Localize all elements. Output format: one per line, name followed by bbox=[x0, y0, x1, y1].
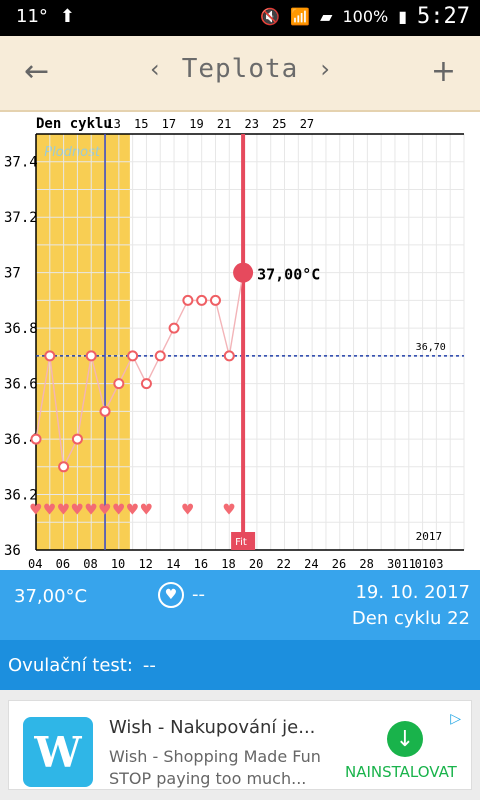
x-tick-14: 0103 bbox=[415, 557, 444, 570]
summary-panel: 37,00°C ♥ -- 19. 10. 2017 Den cyklu 22 bbox=[0, 570, 480, 640]
x-tick-9: 22 bbox=[277, 557, 291, 570]
temperature-point-0 bbox=[30, 433, 42, 445]
x-tick-5: 14 bbox=[166, 557, 180, 570]
x-tick-0: 04 bbox=[28, 557, 42, 570]
temperature-point-12 bbox=[196, 294, 208, 306]
ovulation-label: Ovulační test: bbox=[8, 654, 133, 676]
temperature-point-9 bbox=[154, 350, 166, 362]
temperature-point-6 bbox=[113, 378, 125, 390]
top-tick-0: 13 bbox=[106, 117, 120, 131]
y-tick-2: 37 bbox=[4, 266, 21, 282]
top-tick-7: 27 bbox=[300, 117, 314, 131]
heart-marker-6: ♥ bbox=[112, 500, 125, 518]
temperature-point-14 bbox=[223, 350, 235, 362]
ad-banner[interactable]: W Wish - Nakupování je... Wish - Shoppin… bbox=[0, 690, 480, 800]
heart-marker-10: ♥ bbox=[222, 500, 235, 518]
x-tick-6: 16 bbox=[194, 557, 208, 570]
heart-marker-2: ♥ bbox=[57, 500, 70, 518]
chart-svg: Plodnost Den cyklu13 15 17 19 21 23 25 27 37.4 37.… bbox=[4, 116, 465, 571]
heart-value: -- bbox=[192, 584, 205, 605]
temperature-point-8 bbox=[140, 378, 152, 390]
y-tick-4: 36.6 bbox=[4, 377, 38, 393]
x-tick-13: 3011 bbox=[387, 557, 416, 570]
top-tick-1: 15 bbox=[134, 117, 148, 131]
install-button[interactable]: NAINSTALOVAT bbox=[345, 763, 457, 781]
top-tick-6: 25 bbox=[272, 117, 286, 131]
app-bar: ← ‹ Teplota › + bbox=[0, 36, 480, 112]
wifi-icon: 📶 bbox=[290, 7, 311, 26]
y-tick-7: 36 bbox=[4, 543, 21, 559]
heart-marker-9: ♥ bbox=[181, 500, 194, 518]
temperature-chart[interactable]: Plodnost Den cyklu 13 15 17 19 21 23 25 27 37.4 37.… bbox=[0, 112, 480, 571]
selected-tag: Fit bbox=[235, 537, 247, 548]
heart-marker-4: ♥ bbox=[84, 500, 97, 518]
temperature-point-10 bbox=[168, 322, 180, 334]
battery-icon: ▮ bbox=[398, 7, 408, 26]
temperature-point-13 bbox=[209, 294, 221, 306]
temperature-point-11 bbox=[182, 294, 194, 306]
top-axis-label: Den cyklu bbox=[36, 116, 112, 132]
temperature-point-4 bbox=[85, 350, 97, 362]
download-icon[interactable]: ↓ bbox=[387, 721, 423, 757]
y-tick-3: 36.8 bbox=[4, 321, 38, 337]
heart-icon[interactable]: ♥ bbox=[158, 582, 184, 608]
wish-logo: W bbox=[23, 717, 93, 787]
mute-icon: 🔇 bbox=[260, 7, 281, 26]
x-tick-1: 06 bbox=[56, 557, 70, 570]
x-tick-12: 28 bbox=[359, 557, 373, 570]
ad-line-1: Wish - Shopping Made Fun bbox=[109, 747, 321, 766]
top-tick-5: 23 bbox=[244, 117, 258, 131]
x-tick-8: 20 bbox=[249, 557, 263, 570]
add-button[interactable]: + bbox=[431, 54, 456, 89]
fertility-label: Plodnost bbox=[44, 145, 101, 160]
x-tick-2: 08 bbox=[83, 557, 97, 570]
selected-point bbox=[233, 262, 254, 283]
cycle-day: Den cyklu 22 bbox=[351, 608, 470, 629]
x-tick-4: 12 bbox=[138, 557, 152, 570]
heart-marker-5: ♥ bbox=[98, 500, 111, 518]
status-bar: 11° ⬆ 🔇 📶 ▰ 100% ▮ 5:27 bbox=[0, 0, 480, 36]
summary-date: 19. 10. 2017 bbox=[355, 582, 470, 603]
x-tick-7: 18 bbox=[221, 557, 235, 570]
y-tick-1: 37.2 bbox=[4, 210, 38, 226]
adchoices-icon[interactable]: ▷ bbox=[450, 711, 461, 727]
back-button[interactable]: ← bbox=[24, 54, 49, 89]
y-tick-0: 37.4 bbox=[4, 155, 38, 171]
x-tick-11: 26 bbox=[332, 557, 346, 570]
temperature-point-2 bbox=[58, 461, 70, 473]
check-icon: ⬆ bbox=[59, 6, 75, 27]
status-temp: 11° bbox=[16, 6, 48, 27]
reference-label: 36,70 bbox=[416, 342, 446, 353]
x-tick-10: 24 bbox=[304, 557, 318, 570]
year-note: 2017 bbox=[416, 530, 443, 543]
top-tick-3: 19 bbox=[189, 117, 203, 131]
x-tick-3: 10 bbox=[111, 557, 125, 570]
heart-marker-1: ♥ bbox=[43, 500, 56, 518]
top-tick-4: 21 bbox=[217, 117, 231, 131]
temperature-point-7 bbox=[127, 350, 139, 362]
page-title: Teplota bbox=[181, 54, 299, 84]
top-tick-2: 17 bbox=[162, 117, 176, 131]
ovulation-value: -- bbox=[142, 654, 156, 676]
clock: 5:27 bbox=[417, 4, 470, 29]
ad-title: Wish - Nakupování je... bbox=[109, 717, 316, 738]
heart-marker-8: ♥ bbox=[139, 500, 152, 518]
heart-marker-0: ♥ bbox=[29, 500, 42, 518]
temperature-point-3 bbox=[71, 433, 83, 445]
battery-percent: 100% bbox=[342, 7, 389, 26]
next-button[interactable]: › bbox=[320, 55, 330, 83]
heart-marker-7: ♥ bbox=[126, 500, 139, 518]
temperature-point-5 bbox=[99, 405, 111, 417]
temperature-point-1 bbox=[44, 350, 56, 362]
ovulation-row: Ovulační test: -- bbox=[0, 640, 480, 690]
selected-label: 37,00°C bbox=[257, 266, 320, 284]
ad-card[interactable]: W Wish - Nakupování je... Wish - Shoppin… bbox=[8, 700, 472, 790]
ad-line-2: STOP paying too much... bbox=[109, 769, 307, 788]
signal-icon: ▰ bbox=[320, 7, 333, 26]
title-group: ‹ Teplota › bbox=[150, 54, 330, 84]
prev-button[interactable]: ‹ bbox=[150, 55, 160, 83]
heart-marker-3: ♥ bbox=[70, 500, 83, 518]
summary-temp: 37,00°C bbox=[14, 586, 88, 607]
